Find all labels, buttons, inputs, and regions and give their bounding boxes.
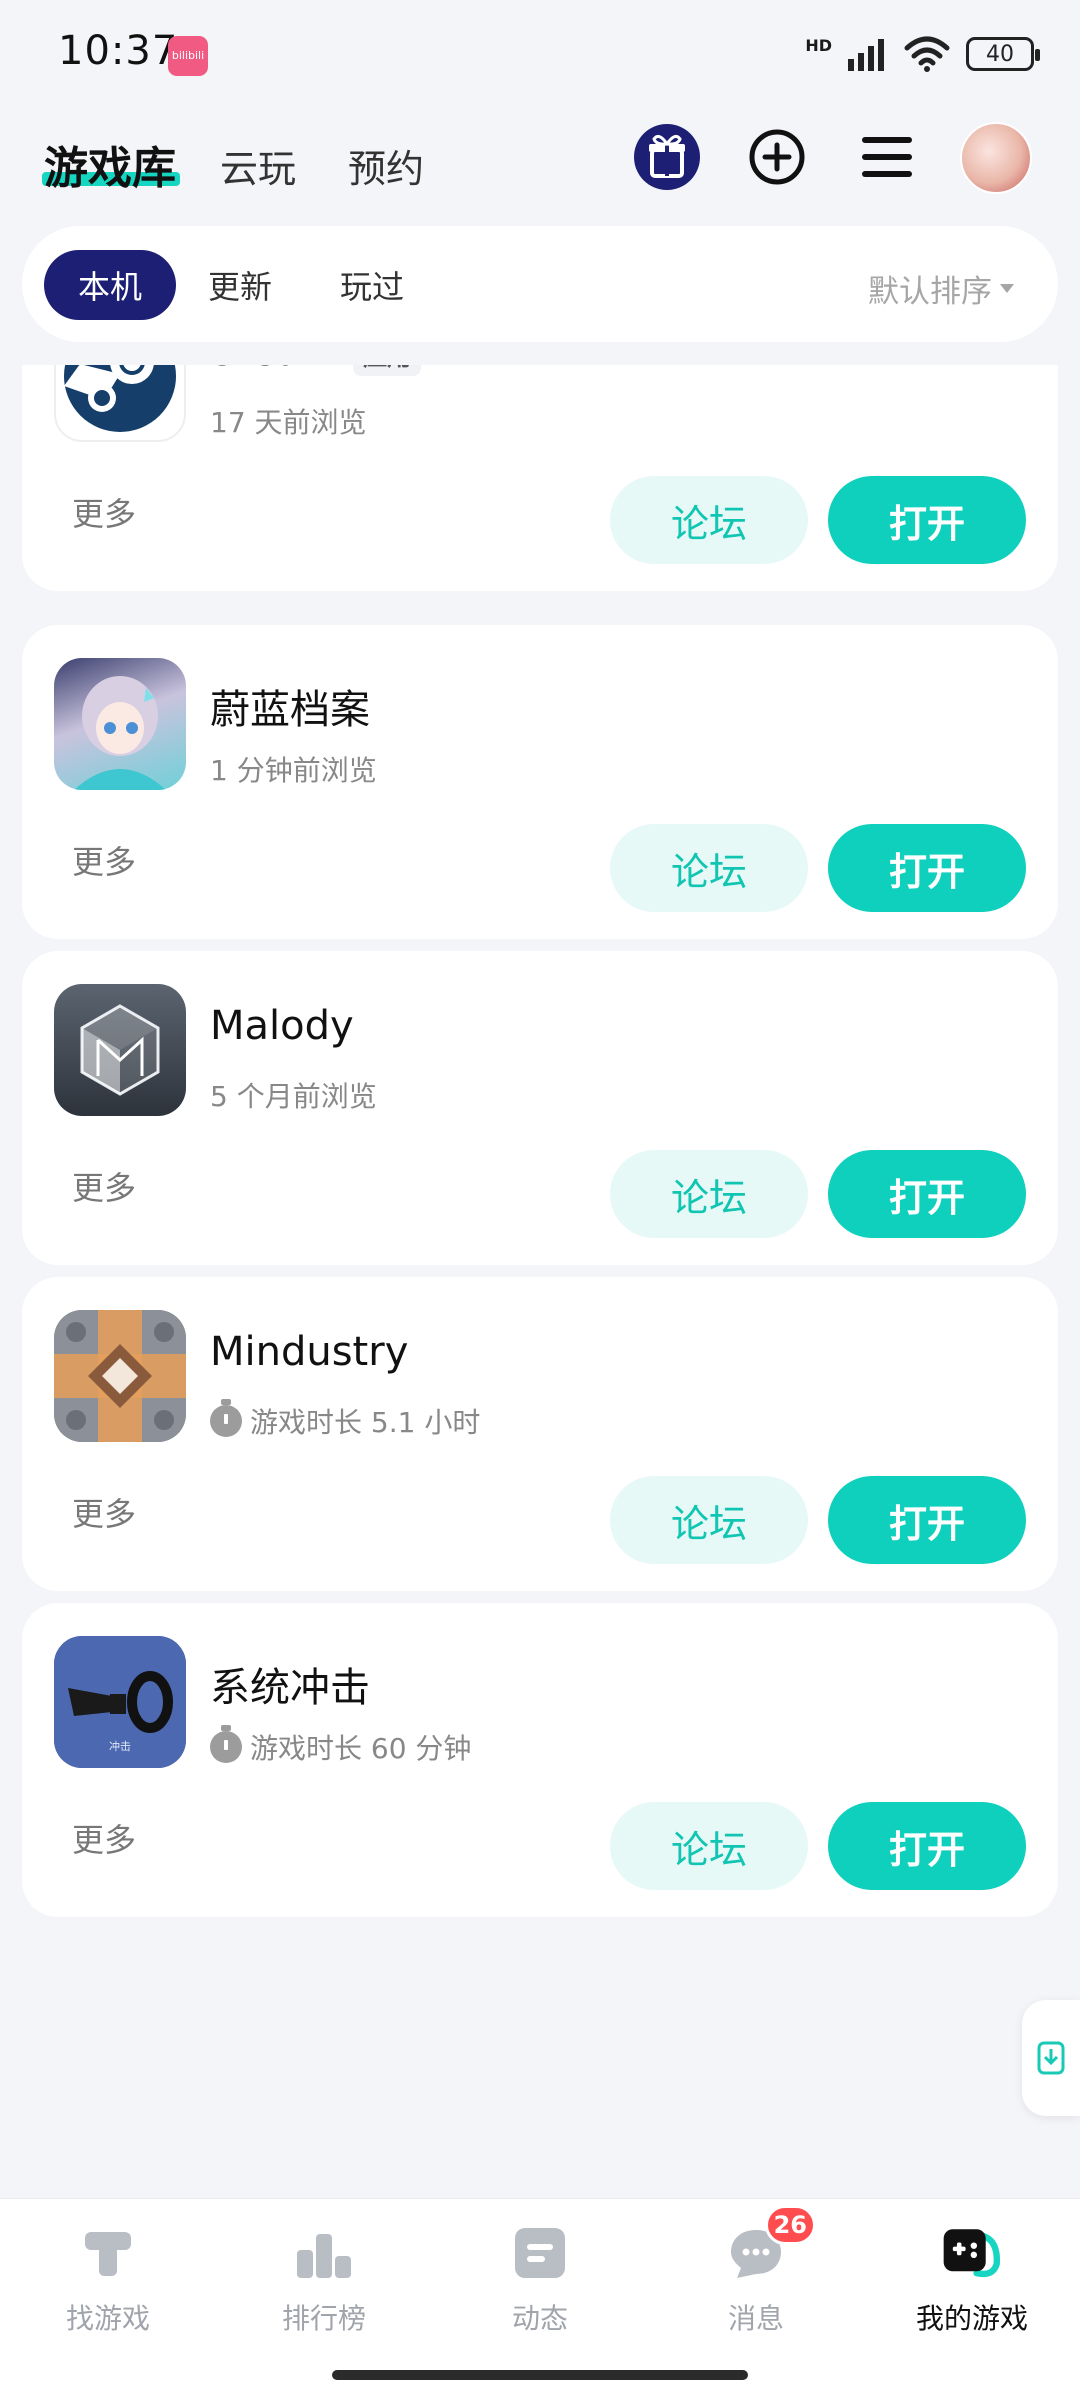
gift-icon[interactable] <box>634 124 700 190</box>
timer-icon <box>210 1725 242 1763</box>
open-button[interactable]: 打开 <box>828 1150 1026 1238</box>
sort-label: 默认排序 <box>868 274 992 310</box>
game-card[interactable]: Malody 5 个月前浏览 更多 论坛 打开 <box>22 951 1058 1265</box>
system-shock-icon: 冲击 <box>54 1636 186 1768</box>
game-title: Mindustry <box>210 1329 409 1375</box>
game-subtitle: 游戏时长 60 分钟 <box>210 1725 471 1767</box>
filter-chip-played[interactable]: 玩过 <box>306 250 438 320</box>
add-circle-icon[interactable] <box>744 124 810 190</box>
more-button[interactable]: 更多 <box>72 489 136 535</box>
home-indicator[interactable] <box>332 2370 748 2380</box>
game-title: 蔚蓝档案 <box>210 687 370 733</box>
game-card[interactable]: Mindustry 游戏时长 5.1 小时 更多 论坛 打开 <box>22 1277 1058 1591</box>
ranking-icon <box>292 2221 356 2285</box>
open-button[interactable]: 打开 <box>828 1802 1026 1890</box>
more-button[interactable]: 更多 <box>72 1489 136 1535</box>
feed-icon <box>508 2221 572 2285</box>
nav-label: 我的游戏 <box>915 2302 1028 2335</box>
hd-label: HD <box>805 36 832 55</box>
nav-label: 找游戏 <box>65 2302 150 2335</box>
nav-find-game[interactable]: 找游戏 <box>18 2221 198 2337</box>
game-title: Steam应用 <box>210 365 422 376</box>
floating-download-tab[interactable] <box>1022 2000 1080 2116</box>
open-button[interactable]: 打开 <box>828 1476 1026 1564</box>
wifi-icon <box>904 36 950 72</box>
filter-bar: 本机 更新 玩过 默认排序 <box>22 226 1058 342</box>
nav-label: 排行榜 <box>281 2302 366 2335</box>
status-time: 10:37 <box>58 28 179 74</box>
game-title: Malody <box>210 1003 354 1049</box>
more-button[interactable]: 更多 <box>72 837 136 883</box>
nav-messages[interactable]: 26 消息 <box>666 2205 846 2337</box>
message-icon: 26 <box>724 2205 816 2285</box>
download-icon <box>1037 2041 1065 2075</box>
mindustry-icon <box>54 1310 186 1442</box>
tab-reservation[interactable]: 预约 <box>348 138 424 193</box>
malody-icon <box>54 984 186 1116</box>
nav-label: 消息 <box>727 2302 784 2335</box>
tab-game-library[interactable]: 游戏库 <box>44 132 176 196</box>
timer-icon <box>210 1399 242 1437</box>
game-list: Steam应用 17 天前浏览 更多 论坛 打开 蔚蓝档案 1 分钟前浏览 更多 <box>22 365 1058 1955</box>
filter-chip-updates[interactable]: 更新 <box>174 250 306 320</box>
unread-badge: 26 <box>764 2205 816 2245</box>
menu-icon[interactable] <box>854 124 920 190</box>
game-subtitle: 17 天前浏览 <box>210 406 367 439</box>
status-bar: 10:37 bilibili HD 40 <box>0 0 1080 108</box>
bottom-nav: 找游戏 排行榜 动态 26 消息 我的游戏 <box>0 2198 1080 2400</box>
bilibili-app-icon: bilibili <box>168 36 208 76</box>
filter-chip-local[interactable]: 本机 <box>44 250 177 320</box>
tab-cloud-play[interactable]: 云玩 <box>220 138 296 193</box>
forum-button[interactable]: 论坛 <box>610 1802 808 1890</box>
open-button[interactable]: 打开 <box>828 476 1026 564</box>
more-button[interactable]: 更多 <box>72 1163 136 1209</box>
game-subtitle: 5 个月前浏览 <box>210 1080 377 1113</box>
user-avatar[interactable] <box>960 122 1032 194</box>
nav-label: 动态 <box>511 2302 568 2335</box>
app-tag: 应用 <box>353 365 422 376</box>
forum-button[interactable]: 论坛 <box>610 824 808 912</box>
forum-button[interactable]: 论坛 <box>610 1150 808 1238</box>
status-indicators: HD 40 <box>805 32 1040 76</box>
battery-indicator: 40 <box>966 37 1040 71</box>
game-subtitle: 游戏时长 5.1 小时 <box>210 1399 480 1441</box>
sort-dropdown[interactable]: 默认排序 <box>868 266 1014 311</box>
open-button[interactable]: 打开 <box>828 824 1026 912</box>
my-games-icon <box>940 2221 1004 2285</box>
game-card[interactable]: 冲击 系统冲击 游戏时长 60 分钟 更多 论坛 打开 <box>22 1603 1058 1917</box>
game-card[interactable]: 蔚蓝档案 1 分钟前浏览 更多 论坛 打开 <box>22 625 1058 939</box>
nav-feed[interactable]: 动态 <box>450 2221 630 2337</box>
chevron-down-icon <box>1000 284 1014 293</box>
nav-my-games[interactable]: 我的游戏 <box>882 2221 1062 2337</box>
forum-button[interactable]: 论坛 <box>610 476 808 564</box>
app-screen: 10:37 bilibili HD 40 游戏库 云玩 预约 本机 更新 玩过 … <box>0 0 1080 2400</box>
forum-button[interactable]: 论坛 <box>610 1476 808 1564</box>
game-card[interactable]: Steam应用 17 天前浏览 更多 论坛 打开 <box>22 365 1058 591</box>
nav-ranking[interactable]: 排行榜 <box>234 2221 414 2337</box>
blue-archive-icon <box>54 658 186 790</box>
game-title: 系统冲击 <box>210 1665 370 1711</box>
game-subtitle: 1 分钟前浏览 <box>210 754 377 787</box>
find-game-icon <box>76 2221 140 2285</box>
more-button[interactable]: 更多 <box>72 1815 136 1861</box>
system-shock-icon-text: 冲击 <box>109 1740 131 1753</box>
signal-icon <box>848 39 884 71</box>
steam-icon <box>54 365 186 442</box>
